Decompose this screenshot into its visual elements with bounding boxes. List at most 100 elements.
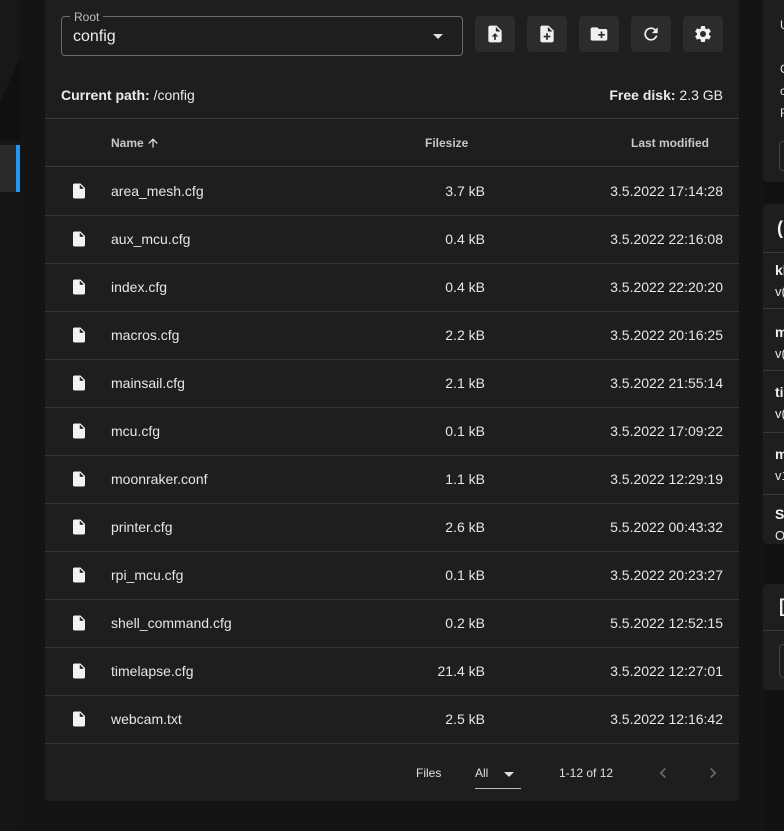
file-name[interactable]: shell_command.cfg: [111, 615, 232, 631]
file-icon: [70, 277, 88, 302]
file-name[interactable]: webcam.txt: [111, 711, 182, 727]
table-row[interactable]: rpi_mcu.cfg 0.1 kB 3.5.2022 20:23:27: [45, 551, 739, 600]
file-size: 2.2 kB: [445, 327, 485, 343]
current-path-label: Current path:: [61, 87, 150, 103]
right-panel-divider: [763, 370, 784, 371]
column-header-name[interactable]: Name: [111, 136, 160, 150]
table-row[interactable]: moonraker.conf 1.1 kB 3.5.2022 12:29:19: [45, 455, 739, 504]
file-last-modified: 3.5.2022 12:29:19: [610, 471, 723, 487]
right-panel-button[interactable]: [779, 141, 784, 171]
refresh-button[interactable]: [631, 16, 671, 52]
file-size: 3.7 kB: [445, 183, 485, 199]
file-icon: [70, 373, 88, 398]
column-header-last-modified[interactable]: Last modified: [631, 136, 709, 150]
create-folder-button[interactable]: [579, 16, 619, 52]
right-panel-bottom: [: [763, 584, 784, 690]
file-name[interactable]: mainsail.cfg: [111, 375, 185, 391]
upload-file-button[interactable]: [475, 16, 515, 52]
sidebar-active-item[interactable]: [0, 145, 20, 192]
file-icon: [70, 613, 88, 638]
right-panel-item-title: ti: [775, 384, 784, 400]
right-panel-top: U C c F: [763, 0, 784, 182]
table-row[interactable]: area_mesh.cfg 3.7 kB 3.5.2022 17:14:28: [45, 167, 739, 216]
create-file-button[interactable]: [527, 16, 567, 52]
free-disk-value: 2.3 GB: [679, 87, 723, 103]
file-icon: [70, 709, 88, 734]
file-last-modified: 5.5.2022 00:43:32: [610, 519, 723, 535]
file-name[interactable]: aux_mcu.cfg: [111, 231, 190, 247]
file-icon: [70, 421, 88, 446]
right-panel-text: c: [780, 84, 784, 98]
file-icon: [70, 229, 88, 254]
right-panel-item-title: S: [775, 506, 784, 522]
right-panel-text: U: [780, 18, 784, 32]
file-last-modified: 3.5.2022 22:16:08: [610, 231, 723, 247]
table-row[interactable]: shell_command.cfg 0.2 kB 5.5.2022 12:52:15: [45, 599, 739, 648]
create-folder-icon: [590, 27, 608, 41]
root-select-label: Root: [70, 10, 104, 24]
create-file-icon: [540, 25, 554, 43]
file-name[interactable]: macros.cfg: [111, 327, 179, 343]
file-icon: [70, 565, 88, 590]
table-row[interactable]: mcu.cfg 0.1 kB 3.5.2022 17:09:22: [45, 407, 739, 456]
file-size: 0.2 kB: [445, 615, 485, 631]
file-last-modified: 3.5.2022 12:27:01: [610, 663, 723, 679]
file-last-modified: 3.5.2022 17:09:22: [610, 423, 723, 439]
file-size: 1.1 kB: [445, 471, 485, 487]
file-name[interactable]: moonraker.conf: [111, 471, 208, 487]
chevron-down-icon[interactable]: [433, 34, 443, 39]
file-last-modified: 5.5.2022 12:52:15: [610, 615, 723, 631]
column-header-name-label: Name: [111, 136, 144, 150]
free-disk-label: Free disk:: [609, 87, 676, 103]
right-panel-divider: [763, 494, 784, 495]
right-panel-item-sub: v(: [775, 406, 784, 421]
column-header-filesize[interactable]: Filesize: [425, 136, 468, 150]
next-page-button[interactable]: [700, 760, 726, 786]
right-panel-text: C: [780, 62, 784, 76]
right-panel-item-sub: v(: [775, 284, 784, 299]
file-last-modified: 3.5.2022 22:20:20: [610, 279, 723, 295]
file-icon: [70, 325, 88, 350]
settings-button[interactable]: [683, 16, 723, 52]
file-size: 0.1 kB: [445, 567, 485, 583]
table-row[interactable]: webcam.txt 2.5 kB 3.5.2022 12:16:42: [45, 695, 739, 744]
file-size: 21.4 kB: [437, 663, 485, 679]
right-panel-header: (: [777, 218, 783, 238]
right-panel-button[interactable]: [779, 644, 784, 678]
free-disk: Free disk: 2.3 GB: [609, 87, 723, 103]
table-row[interactable]: aux_mcu.cfg 0.4 kB 3.5.2022 22:16:08: [45, 215, 739, 264]
file-size: 0.4 kB: [445, 231, 485, 247]
table-row[interactable]: printer.cfg 2.6 kB 5.5.2022 00:43:32: [45, 503, 739, 552]
file-icon: [70, 469, 88, 494]
root-select-value[interactable]: config: [73, 28, 116, 46]
table-row[interactable]: timelapse.cfg 21.4 kB 3.5.2022 12:27:01: [45, 647, 739, 696]
sidebar-background-graphic: [0, 0, 20, 140]
right-panel-item-sub: v(: [775, 346, 784, 361]
file-name[interactable]: area_mesh.cfg: [111, 183, 204, 199]
header-divider: [45, 118, 739, 119]
file-size: 0.4 kB: [445, 279, 485, 295]
file-name[interactable]: timelapse.cfg: [111, 663, 193, 679]
table-row[interactable]: mainsail.cfg 2.1 kB 3.5.2022 21:55:14: [45, 359, 739, 408]
right-panel-item-title: m: [775, 324, 784, 340]
pagination-range: 1-12 of 12: [559, 766, 614, 780]
upload-file-icon: [488, 25, 502, 43]
right-panel-bottom-header: [: [779, 596, 784, 617]
file-name[interactable]: printer.cfg: [111, 519, 172, 535]
file-icon: [70, 661, 88, 686]
right-panel-divider: [763, 308, 784, 309]
files-per-page-select[interactable]: All: [475, 762, 521, 789]
refresh-icon: [644, 27, 658, 41]
right-panel-divider: [763, 630, 784, 631]
table-row[interactable]: macros.cfg 2.2 kB 3.5.2022 20:16:25: [45, 311, 739, 360]
root-select[interactable]: [61, 16, 463, 56]
right-panel-item-sub: O: [775, 528, 784, 543]
right-panel-divider: [763, 252, 784, 253]
file-size: 0.1 kB: [445, 423, 485, 439]
table-row[interactable]: index.cfg 0.4 kB 3.5.2022 22:20:20: [45, 263, 739, 312]
file-name[interactable]: rpi_mcu.cfg: [111, 567, 183, 583]
file-name[interactable]: index.cfg: [111, 279, 167, 295]
files-per-page-label: Files: [416, 766, 442, 780]
file-name[interactable]: mcu.cfg: [111, 423, 160, 439]
previous-page-button[interactable]: [650, 760, 676, 786]
